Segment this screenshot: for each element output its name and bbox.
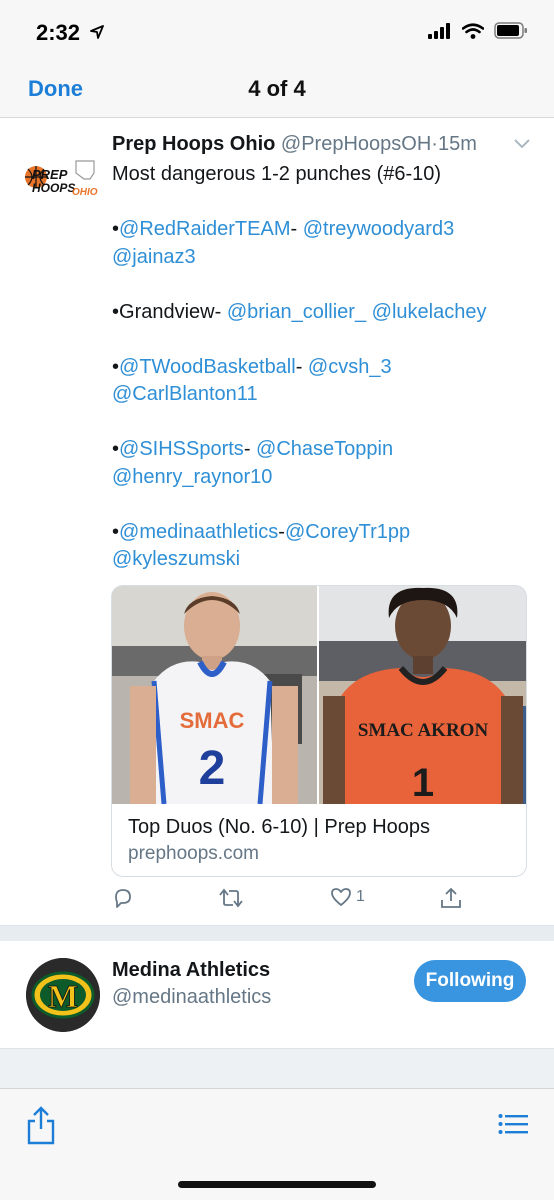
share-icon <box>441 887 461 908</box>
list-button[interactable] <box>498 1113 528 1140</box>
done-button[interactable]: Done <box>28 76 83 102</box>
card-title: Top Duos (No. 6-10) | Prep Hoops <box>128 816 431 838</box>
author-profile-row[interactable]: M Medina Athletics @medinaathletics Foll… <box>0 941 554 1049</box>
prep-hoops-ohio-logo[interactable]: PREP HOOPS OHIO <box>24 159 98 209</box>
tweet[interactable]: PREP HOOPS OHIO Prep Hoops Ohio @PrepHoo… <box>0 119 554 925</box>
avatar-letter: M <box>48 978 78 1014</box>
logo-text-prep: PREP <box>32 167 68 182</box>
player-photo-left: SMAC 2 <box>112 586 317 804</box>
mention-link[interactable]: @kyleszumski <box>112 548 240 570</box>
location-arrow-icon <box>90 25 104 39</box>
like-count: 1 <box>356 888 365 905</box>
mention-link[interactable]: @TWoodBasketball <box>119 356 296 378</box>
player-photo-right: SMAC AKRON 1 <box>319 586 526 804</box>
battery-icon <box>494 22 527 39</box>
chevron-down-icon[interactable] <box>514 139 530 149</box>
avatar[interactable]: M <box>26 958 100 1032</box>
status-indicators <box>428 22 528 39</box>
tweet-block-2: •Grandview- @brian_collier_ @lukelachey <box>112 300 487 323</box>
reply-button[interactable] <box>112 887 134 909</box>
mention-link[interactable]: @lukelachey <box>372 301 487 323</box>
mention-link[interactable]: @CarlBlanton11 <box>112 383 258 405</box>
tweet-author-handle[interactable]: @PrepHoopsOH <box>281 133 431 155</box>
medina-logo-icon: M <box>26 958 100 1032</box>
mention-link[interactable]: @henry_raynor10 <box>112 466 272 488</box>
tweet-block-5: •@medinaathletics-@CoreyTr1pp @kyleszumsk… <box>112 520 411 571</box>
logo-text-ohio: OHIO <box>72 187 98 198</box>
tweet-block-1: •@RedRaiderTEAM- @treywoodyard3 @jainaz3 <box>112 218 455 268</box>
cellular-signal-icon <box>428 22 450 39</box>
tweet-dot-separator: · <box>431 133 438 155</box>
following-button[interactable]: Following <box>414 960 526 1002</box>
list-icon <box>498 1114 528 1134</box>
mention-link[interactable]: @cvsh_3 <box>308 356 392 378</box>
mention-link[interactable]: @RedRaiderTEAM <box>119 218 290 240</box>
share-tweet-button[interactable] <box>440 887 462 909</box>
mention-link[interactable]: @brian_collier_ <box>227 301 366 323</box>
tweet-block-3: •@TWoodBasketball- @cvsh_3 @CarlBlanton11 <box>112 355 392 406</box>
tweet-block-4: •@SIHSSports- @ChaseToppin @henry_raynor1… <box>112 438 394 488</box>
status-bar: 2:32 <box>0 0 554 66</box>
wifi-icon <box>462 22 484 39</box>
mention-link[interactable]: @ChaseToppin <box>256 438 393 460</box>
link-preview-card[interactable]: SMAC 2 SMAC AKRON 1 Top Duos (No. 6-10) … <box>111 585 527 877</box>
retweet-icon <box>219 888 243 908</box>
mention-link[interactable]: @treywoodyard3 <box>303 218 454 240</box>
mention-link[interactable]: @SIHSSports <box>119 438 244 460</box>
like-button[interactable]: 1 <box>330 887 365 907</box>
mention-link[interactable]: @medinaathletics <box>119 521 278 543</box>
empty-area <box>0 1049 554 1088</box>
tweet-text-line: Most dangerous 1-2 punches (#6-10) <box>112 163 442 185</box>
mention-link[interactable]: @jainaz3 <box>112 246 196 268</box>
logo-text-hoops: HOOPS <box>32 181 75 195</box>
nav-bar: Done 4 of 4 <box>0 66 554 118</box>
bottom-toolbar <box>0 1088 554 1200</box>
right-jersey-text: SMAC AKRON <box>358 720 489 741</box>
heart-icon <box>331 888 351 906</box>
retweet-button[interactable] <box>218 887 244 909</box>
reply-icon <box>115 889 131 908</box>
tweet-text: Most dangerous 1-2 punches (#6-10) •@Red… <box>112 161 532 574</box>
home-indicator[interactable] <box>178 1181 376 1188</box>
card-images: SMAC 2 SMAC AKRON 1 <box>112 586 526 804</box>
right-jersey-number: 1 <box>412 761 434 804</box>
share-button[interactable] <box>26 1105 56 1150</box>
card-domain: prephoops.com <box>128 843 259 864</box>
tweet-timestamp: 15m <box>437 133 477 155</box>
tweet-author-name[interactable]: Prep Hoops Ohio <box>112 133 275 155</box>
left-jersey-text: SMAC <box>180 708 245 733</box>
left-jersey-number: 2 <box>199 742 226 795</box>
tweet-header: Prep Hoops Ohio @PrepHoopsOH·15m <box>112 133 477 156</box>
section-divider <box>0 925 554 941</box>
status-time: 2:32 <box>36 20 81 45</box>
profile-handle[interactable]: @medinaathletics <box>112 986 271 1009</box>
share-icon <box>27 1106 55 1145</box>
tweet-actions: 1 <box>112 887 472 917</box>
mention-link[interactable]: @CoreyTr1pp <box>285 521 410 543</box>
profile-name[interactable]: Medina Athletics <box>112 959 270 982</box>
page-counter-title: 4 of 4 <box>248 76 306 101</box>
